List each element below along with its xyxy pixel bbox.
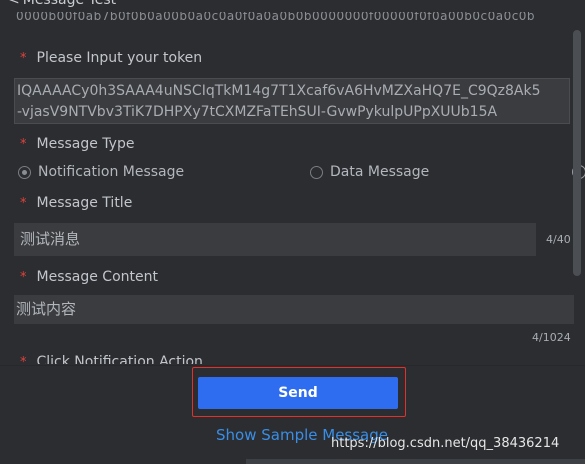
message-content-label: Message Content bbox=[36, 269, 159, 285]
content-label-row: * Message Content bbox=[20, 269, 158, 285]
message-title-label: Message Title bbox=[36, 195, 133, 211]
token-label: Please Input your token bbox=[36, 50, 203, 66]
required-mark: * bbox=[20, 355, 27, 365]
radio-label-notification[interactable]: Notification Message bbox=[38, 164, 184, 180]
footer-divider bbox=[0, 365, 585, 366]
header-title-row[interactable]: < Message Test bbox=[8, 0, 116, 8]
title-label-row: * Message Title bbox=[20, 195, 132, 211]
header-subtitle: 0000b00f0ab7b0f0b0a00b0a0c0a0f0a0a0b0b00… bbox=[16, 12, 536, 22]
type-label-row: * Message Type bbox=[20, 136, 134, 152]
token-input[interactable]: IQAAAACy0h3SAAA4uNSCIqTkM14g7T1Xcaf6vA6H… bbox=[14, 78, 570, 124]
token-line-1: IQAAAACy0h3SAAA4uNSCIqTkM14g7T1Xcaf6vA6H… bbox=[17, 83, 541, 99]
bottom-strip bbox=[246, 459, 585, 464]
send-button[interactable]: Send bbox=[198, 377, 398, 409]
required-mark: * bbox=[20, 51, 27, 66]
token-label-row: * Please Input your token bbox=[20, 50, 202, 66]
message-content-textarea[interactable]: 测试内容 bbox=[14, 295, 574, 324]
page-title: Message Test bbox=[22, 0, 117, 8]
message-test-panel: < Message Test 0000b00f0ab7b0f0b0a00b0a0c… bbox=[0, 0, 585, 464]
chevron-left-icon[interactable]: < bbox=[8, 0, 20, 8]
vertical-scrollbar[interactable] bbox=[573, 30, 581, 276]
click-action-label: Click Notification Action bbox=[36, 355, 203, 364]
required-mark: * bbox=[20, 270, 27, 285]
message-type-label: Message Type bbox=[36, 136, 135, 152]
message-title-input[interactable]: 测试消息 bbox=[14, 223, 536, 256]
watermark: https://blog.csdn.net/qq_38436214 bbox=[331, 436, 560, 451]
content-char-counter: 4/1024 bbox=[532, 331, 571, 344]
radio-notification-message[interactable] bbox=[18, 166, 31, 179]
required-mark: * bbox=[20, 196, 27, 211]
token-line-2: -vjasV9NTVbv3TiK7DHPXy7tCXMZFaTEhSUI-Gvw… bbox=[17, 104, 498, 120]
required-mark: * bbox=[20, 137, 27, 152]
title-char-counter: 4/40 bbox=[546, 233, 571, 246]
message-type-radio-group: Notification Message Data Message ? bbox=[16, 164, 585, 184]
radio-data-message[interactable] bbox=[310, 166, 323, 179]
radio-label-data[interactable]: Data Message bbox=[330, 164, 429, 180]
click-action-label-row: * Click Notification Action bbox=[20, 355, 203, 364]
